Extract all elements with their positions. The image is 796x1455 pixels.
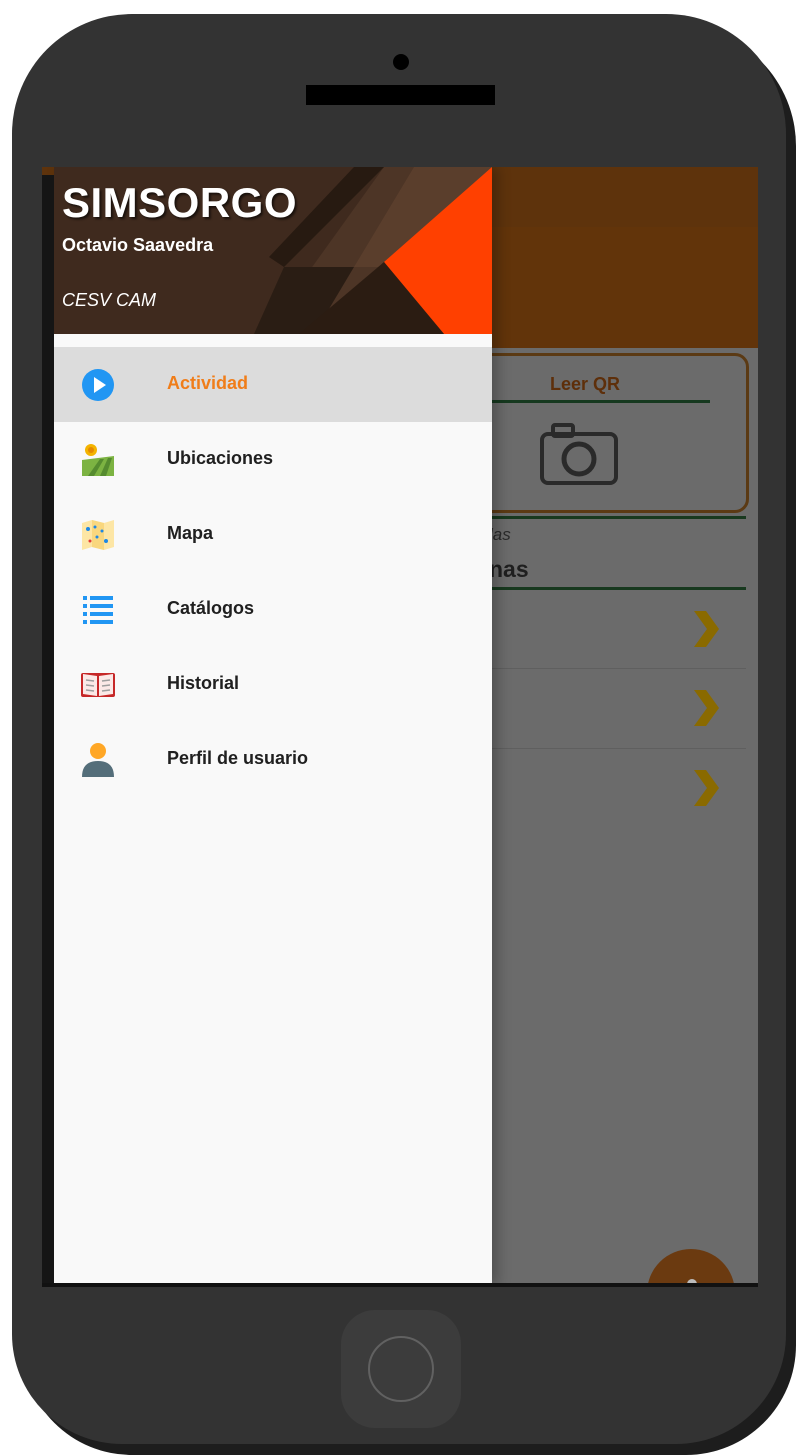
- camera-icon: [540, 423, 618, 485]
- screen-bezel-edge: [42, 1283, 758, 1287]
- open-book-icon: [81, 673, 115, 697]
- chevron-right-icon[interactable]: [692, 609, 720, 649]
- navigation-drawer: SIMSORGO Octavio Saavedra CESV CAM Activ…: [54, 167, 492, 1285]
- list-divider: [482, 668, 746, 669]
- earpiece-speaker: [306, 85, 495, 105]
- device-screen: Leer QR las nas SIMSORGO Octavio Saavedr…: [42, 167, 758, 1285]
- chevron-right-icon[interactable]: [692, 768, 720, 808]
- map-icon: [82, 520, 114, 550]
- section-title: nas: [489, 556, 529, 582]
- chevron-right-icon[interactable]: [692, 688, 720, 728]
- menu-item-label: Actividad: [167, 373, 249, 393]
- screen-bezel-edge: [42, 175, 54, 1285]
- user-name: Octavio Saavedra: [62, 235, 214, 255]
- menu-item-label: Historial: [167, 673, 240, 693]
- home-button[interactable]: [341, 1310, 461, 1428]
- menu-item-label: Ubicaciones: [167, 448, 274, 468]
- read-qr-label: Leer QR: [549, 374, 621, 394]
- front-camera: [393, 54, 409, 70]
- menu-item-ubicaciones[interactable]: Ubicaciones: [54, 422, 492, 497]
- menu-item-label: Mapa: [167, 523, 214, 543]
- field-sun-icon: [82, 444, 114, 476]
- menu-item-actividad[interactable]: Actividad: [54, 347, 492, 422]
- home-button-ring: [368, 1336, 434, 1402]
- drawer-header: SIMSORGO Octavio Saavedra CESV CAM: [54, 167, 492, 334]
- menu-item-catalogos[interactable]: Catálogos: [54, 572, 492, 647]
- section-subtitle: las: [489, 525, 511, 544]
- section-divider-bottom: [482, 587, 746, 590]
- menu-item-label: Perfil de usuario: [167, 748, 309, 768]
- play-circle-icon: [82, 369, 114, 401]
- user-icon: [82, 743, 114, 777]
- menu-item-label: Catálogos: [167, 598, 255, 618]
- app-title: SIMSORGO: [62, 179, 298, 226]
- menu-item-mapa[interactable]: Mapa: [54, 497, 492, 572]
- menu-item-historial[interactable]: Historial: [54, 647, 492, 722]
- list-icon: [83, 596, 113, 624]
- read-qr-card[interactable]: Leer QR: [462, 353, 749, 513]
- floating-action-button[interactable]: [647, 1249, 735, 1285]
- section-divider-top: [482, 516, 746, 519]
- read-qr-underline: [485, 400, 710, 403]
- list-divider: [482, 748, 746, 749]
- user-organization: CESV CAM: [62, 290, 157, 310]
- menu-item-perfil-de-usuario[interactable]: Perfil de usuario: [54, 722, 492, 797]
